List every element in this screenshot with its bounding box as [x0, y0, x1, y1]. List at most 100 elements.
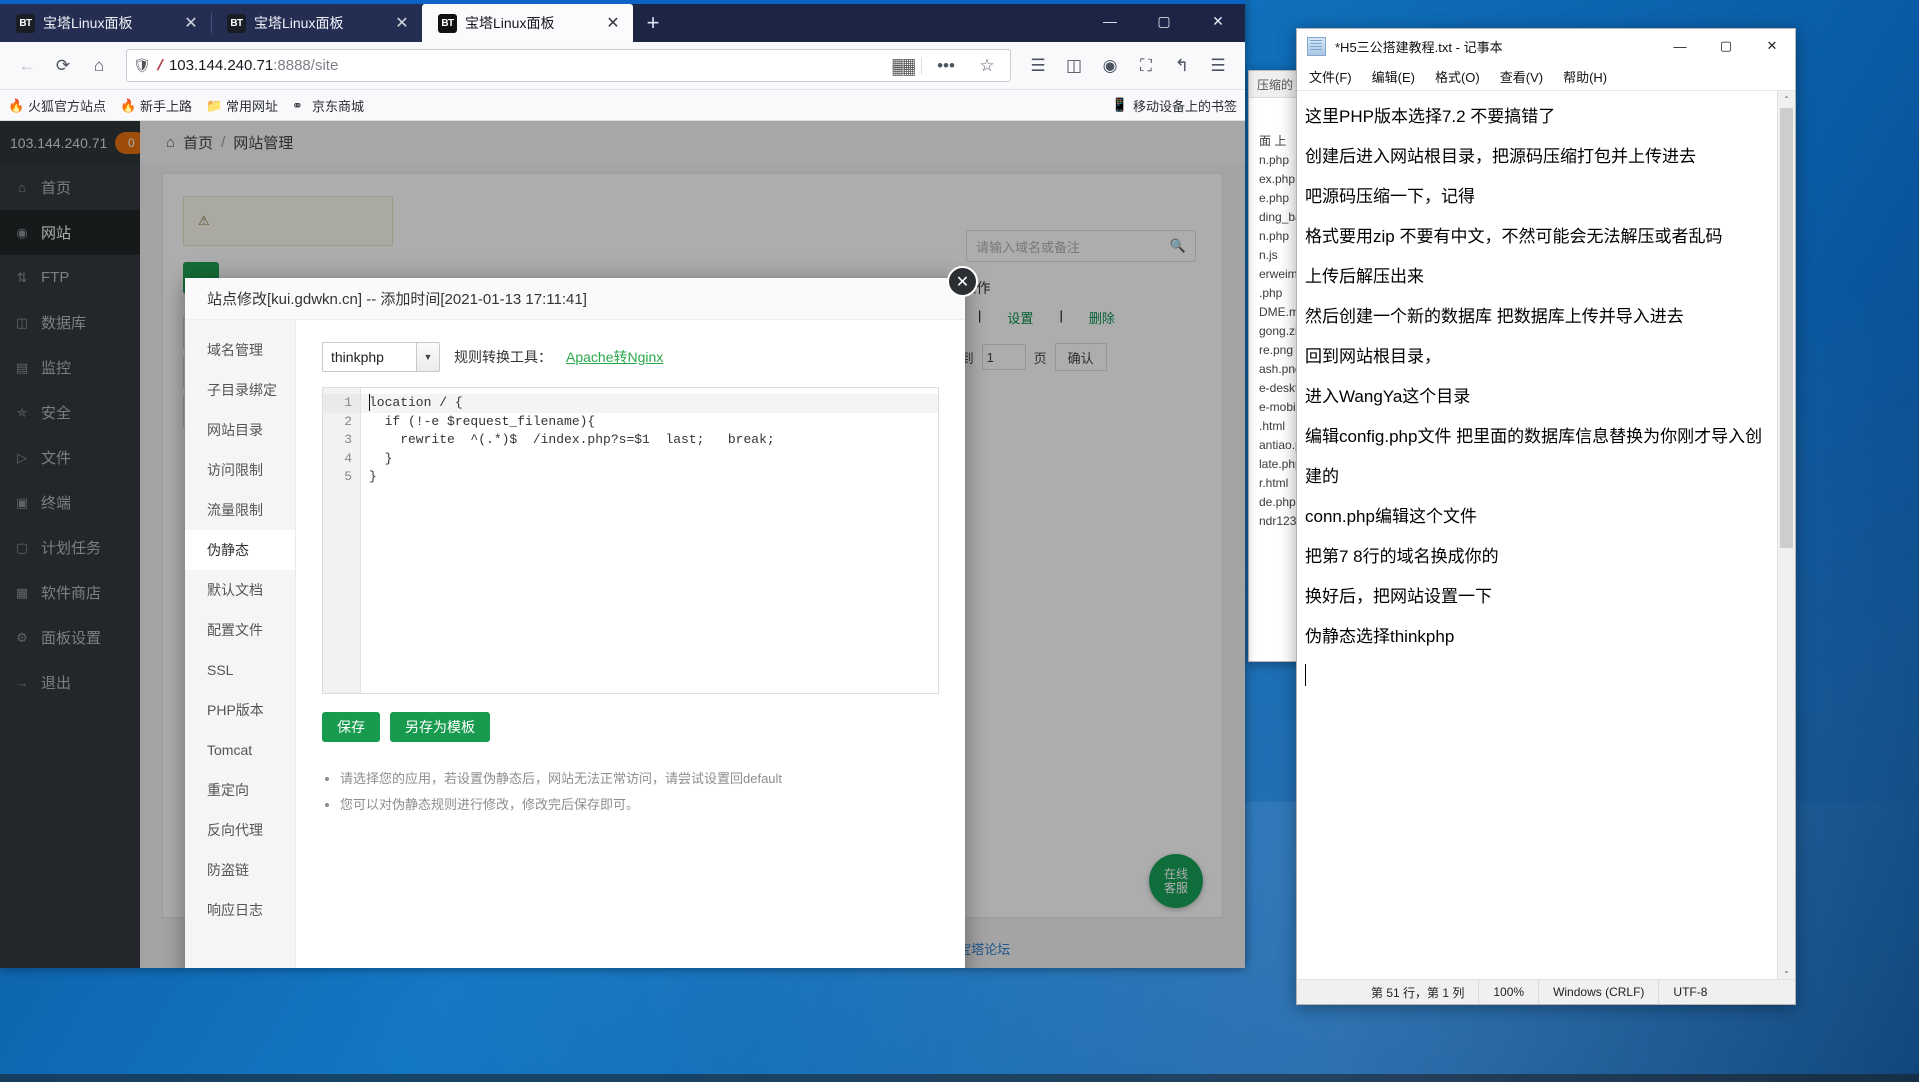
tab-default-document[interactable]: 默认文档 — [185, 570, 295, 610]
close-icon[interactable]: ✕ — [947, 266, 978, 297]
apache-to-nginx-link[interactable]: Apache转Nginx — [566, 347, 663, 367]
back-icon[interactable]: ← — [10, 49, 44, 83]
url-text[interactable]: 103.144.240.71:8888/site — [169, 57, 885, 74]
code-line[interactable]: } — [361, 450, 938, 469]
close-icon[interactable]: ✕ — [392, 13, 412, 33]
sidebar-icon[interactable]: ◫ — [1057, 49, 1091, 83]
code-line[interactable]: } — [361, 468, 938, 487]
maximize-button[interactable]: ▢ — [1137, 0, 1191, 42]
tab-strip[interactable]: BT 宝塔Linux面板 ✕ BT 宝塔Linux面板 ✕ BT 宝塔Linux… — [0, 0, 1245, 42]
tab-response-log[interactable]: 响应日志 — [185, 890, 295, 930]
tab-redirect[interactable]: 重定向 — [185, 770, 295, 810]
notepad-window[interactable]: *H5三公搭建教程.txt - 记事本 ― ▢ ✕ 文件(F) 编辑(E) 格式… — [1296, 28, 1796, 1005]
menu-icon[interactable]: ☰ — [1201, 49, 1235, 83]
code-line[interactable]: location / { — [361, 394, 938, 413]
notepad-cursor-line[interactable] — [1305, 657, 1767, 697]
tab-php-version[interactable]: PHP版本 — [185, 690, 295, 730]
browser-tab-3-active[interactable]: BT 宝塔Linux面板 ✕ — [422, 4, 633, 42]
notepad-line[interactable]: 把第7 8行的域名换成你的 — [1305, 537, 1767, 577]
notepad-line[interactable]: 换好后，把网站设置一下 — [1305, 577, 1767, 617]
notepad-window-controls[interactable]: ― ▢ ✕ — [1657, 29, 1795, 63]
tab-subdirectory-binding[interactable]: 子目录绑定 — [185, 370, 295, 410]
qr-code-icon[interactable]: ▦▦ ▦▦ — [892, 56, 917, 76]
notepad-line[interactable]: 创建后进入网站根目录，把源码压缩打包并上传进去 — [1305, 137, 1767, 177]
scroll-up-icon[interactable]: ⌃ — [1778, 91, 1795, 108]
reload-icon[interactable]: ⟳ — [46, 49, 80, 83]
chevron-down-icon[interactable]: ▼ — [416, 343, 439, 371]
library-icon[interactable]: ☰ — [1021, 49, 1055, 83]
rewrite-rule-select[interactable]: thinkphp ▼ — [322, 342, 440, 372]
menu-edit[interactable]: 编辑(E) — [1372, 67, 1415, 86]
taskbar[interactable] — [0, 1074, 1919, 1082]
notepad-line[interactable]: 格式要用zip 不要有中文，不然可能会无法解压或者乱码 — [1305, 217, 1767, 257]
mobile-bookmarks-item[interactable]: 📱 移动设备上的书签 — [1112, 96, 1237, 115]
navigation-toolbar[interactable]: ← ⟳ ⌂ 🛡 / 103.144.240.71:8888/site ▦▦ ▦▦ … — [0, 42, 1245, 90]
browser-tab-2[interactable]: BT 宝塔Linux面板 ✕ — [211, 4, 422, 42]
close-icon[interactable]: ✕ — [603, 13, 623, 33]
code-editor[interactable]: 1 2 3 4 5 location / { if (!-e $request_… — [322, 387, 939, 694]
new-tab-button[interactable]: + — [633, 4, 673, 42]
notepad-line[interactable]: conn.php编辑这个文件 — [1305, 497, 1767, 537]
tab-ssl[interactable]: SSL — [185, 650, 295, 690]
bookmark-item-common-sites[interactable]: 📁 常用网址 — [206, 96, 278, 115]
notepad-line[interactable]: 进入WangYa这个目录 — [1305, 377, 1767, 417]
url-bar[interactable]: 🛡 / 103.144.240.71:8888/site ▦▦ ▦▦ ••• ☆ — [126, 49, 1011, 82]
notepad-body[interactable]: 这里PHP版本选择7.2 不要搞错了 创建后进入网站根目录，把源码压缩打包并上传… — [1297, 91, 1795, 979]
notepad-line[interactable]: 上传后解压出来 — [1305, 257, 1767, 297]
shield-icon[interactable]: 🛡 — [133, 57, 151, 74]
notepad-line[interactable]: 回到网站根目录， — [1305, 337, 1767, 377]
notepad-title-bar[interactable]: *H5三公搭建教程.txt - 记事本 ― ▢ ✕ — [1297, 29, 1795, 63]
more-icon[interactable]: ••• — [929, 49, 963, 83]
browser-tab-1[interactable]: BT 宝塔Linux面板 ✕ — [0, 4, 211, 42]
tab-config-file[interactable]: 配置文件 — [185, 610, 295, 650]
close-button[interactable]: ✕ — [1749, 29, 1795, 63]
close-icon[interactable]: ✕ — [181, 13, 201, 33]
modal-tab-list[interactable]: 域名管理 子目录绑定 网站目录 访问限制 流量限制 伪静态 默认文档 配置文件 … — [185, 320, 296, 968]
notepad-line[interactable]: 这里PHP版本选择7.2 不要搞错了 — [1305, 97, 1767, 137]
home-icon[interactable]: ⌂ — [82, 49, 116, 83]
account-icon[interactable]: ◉ — [1093, 49, 1127, 83]
scroll-down-icon[interactable]: ⌄ — [1778, 962, 1795, 979]
bookmark-star-icon[interactable]: ☆ — [970, 49, 1004, 83]
maximize-button[interactable]: ▢ — [1703, 29, 1749, 63]
tab-domain-management[interactable]: 域名管理 — [185, 330, 295, 370]
menu-help[interactable]: 帮助(H) — [1563, 67, 1607, 86]
site-edit-modal[interactable]: ✕ 站点修改[kui.gdwkn.cn] -- 添加时间[2021-01-13 … — [185, 266, 978, 968]
insecure-icon[interactable]: / — [155, 57, 165, 74]
notepad-line[interactable]: 编辑config.php文件 把里面的数据库信息替换为你刚才导入创建的 — [1305, 417, 1767, 497]
bookmarks-bar[interactable]: 🔥 火狐官方站点 🔥 新手上路 📁 常用网址 ⚭ 京东商城 📱 移动设备上的书签 — [0, 90, 1245, 121]
window-controls[interactable]: ― ▢ ✕ — [1083, 0, 1245, 42]
tab-site-directory[interactable]: 网站目录 — [185, 410, 295, 450]
menu-format[interactable]: 格式(O) — [1435, 67, 1480, 86]
tab-tomcat[interactable]: Tomcat — [185, 730, 295, 770]
code-line[interactable]: if (!-e $request_filename){ — [361, 413, 938, 432]
notepad-scrollbar[interactable]: ⌃ ⌄ — [1777, 91, 1795, 979]
bookmark-item-newbie[interactable]: 🔥 新手上路 — [120, 96, 192, 115]
close-button[interactable]: ✕ — [1191, 0, 1245, 42]
code-area[interactable]: location / { if (!-e $request_filename){… — [361, 388, 938, 693]
tab-traffic-limit[interactable]: 流量限制 — [185, 490, 295, 530]
browser-window[interactable]: BT 宝塔Linux面板 ✕ BT 宝塔Linux面板 ✕ BT 宝塔Linux… — [0, 0, 1245, 968]
minimize-button[interactable]: ― — [1083, 0, 1137, 42]
notepad-line[interactable]: 伪静态选择thinkphp — [1305, 617, 1767, 657]
undo-icon[interactable]: ↰ — [1165, 49, 1199, 83]
notepad-text-area[interactable]: 这里PHP版本选择7.2 不要搞错了 创建后进入网站根目录，把源码压缩打包并上传… — [1297, 91, 1777, 979]
menu-view[interactable]: 查看(V) — [1500, 67, 1543, 86]
notepad-menu-bar[interactable]: 文件(F) 编辑(E) 格式(O) 查看(V) 帮助(H) — [1297, 63, 1795, 91]
screenshot-icon[interactable]: ⛶ — [1129, 49, 1163, 83]
save-as-template-button[interactable]: 另存为模板 — [390, 712, 490, 742]
tab-rewrite[interactable]: 伪静态 — [185, 530, 295, 570]
notepad-line[interactable]: 然后创建一个新的数据库 把数据库上传并导入进去 — [1305, 297, 1767, 337]
menu-file[interactable]: 文件(F) — [1309, 67, 1352, 86]
tab-access-restriction[interactable]: 访问限制 — [185, 450, 295, 490]
scrollbar-thumb[interactable] — [1780, 108, 1793, 548]
tab-reverse-proxy[interactable]: 反向代理 — [185, 810, 295, 850]
save-button[interactable]: 保存 — [322, 712, 380, 742]
code-line[interactable]: rewrite ^(.*)$ /index.php?s=$1 last; bre… — [361, 431, 938, 450]
notepad-line[interactable]: 吧源码压缩一下，记得 — [1305, 177, 1767, 217]
toolbar-right-group[interactable]: ☰ ◫ ◉ ⛶ ↰ ☰ — [1021, 49, 1235, 83]
bookmark-item-firefox[interactable]: 🔥 火狐官方站点 — [8, 96, 106, 115]
minimize-button[interactable]: ― — [1657, 29, 1703, 63]
bookmark-item-jd[interactable]: ⚭ 京东商城 — [292, 96, 364, 115]
tab-anti-leech[interactable]: 防盗链 — [185, 850, 295, 890]
